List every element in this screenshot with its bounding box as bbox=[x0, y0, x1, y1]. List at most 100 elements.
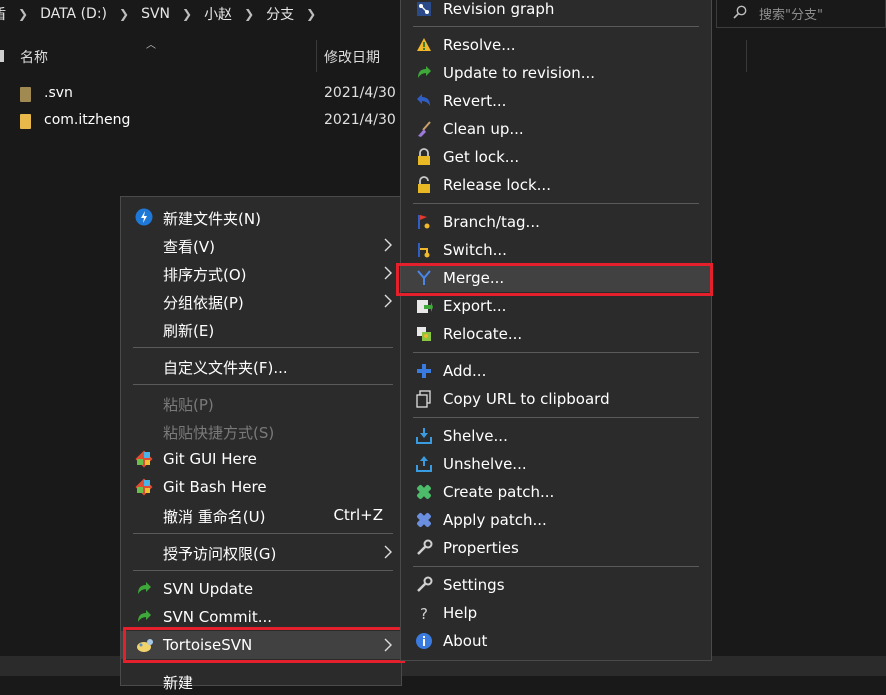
menu-item-shelve[interactable]: Shelve... bbox=[401, 422, 711, 450]
revert-icon bbox=[415, 92, 433, 110]
menu-item-new[interactable]: 新建 bbox=[121, 667, 401, 695]
menu-separator bbox=[413, 417, 699, 418]
menu-item-svn-update[interactable]: SVN Update bbox=[121, 575, 401, 603]
menu-item-label: Revert... bbox=[443, 92, 507, 110]
menu-item-paste[interactable]: 粘贴(P) bbox=[121, 389, 401, 417]
menu-item-new-folder[interactable]: 新建文件夹(N) bbox=[121, 203, 401, 231]
menu-item-git-gui[interactable]: Git GUI Here bbox=[121, 445, 401, 473]
chevron-right-icon: ❯ bbox=[119, 7, 130, 21]
chevron-right-icon bbox=[381, 236, 395, 254]
menu-item-get-lock[interactable]: Get lock... bbox=[401, 143, 711, 171]
menu-item-export[interactable]: Export... bbox=[401, 292, 711, 320]
menu-item-release-lock[interactable]: Release lock... bbox=[401, 171, 711, 199]
menu-item-resolve[interactable]: Resolve... bbox=[401, 31, 711, 59]
menu-item-label: Export... bbox=[443, 297, 507, 315]
breadcrumb-item[interactable]: 分支 bbox=[260, 4, 300, 24]
menu-separator bbox=[413, 26, 699, 27]
menu-item-help[interactable]: ? Help bbox=[401, 599, 711, 627]
menu-item-unshelve[interactable]: Unshelve... bbox=[401, 450, 711, 478]
chevron-right-icon bbox=[381, 292, 395, 310]
highlight-box-merge bbox=[396, 263, 713, 296]
menu-item-group-by[interactable]: 分组依据(P) bbox=[121, 287, 401, 315]
relocate-icon bbox=[415, 325, 433, 343]
search-input[interactable]: 搜索"分支" bbox=[716, 0, 886, 28]
menu-item-about[interactable]: About bbox=[401, 627, 711, 655]
menu-item-label: Properties bbox=[443, 539, 519, 557]
menu-item-label: 自定义文件夹(F)... bbox=[163, 359, 288, 377]
breadcrumb-item[interactable]: 盾 bbox=[0, 4, 12, 24]
breadcrumb-item[interactable]: 小赵 bbox=[198, 4, 238, 24]
chevron-right-icon: ❯ bbox=[306, 7, 317, 21]
menu-item-label: 粘贴快捷方式(S) bbox=[163, 424, 275, 442]
menu-separator bbox=[133, 570, 393, 571]
breadcrumb-item[interactable]: DATA (D:) bbox=[34, 6, 113, 22]
menu-separator bbox=[133, 384, 393, 385]
menu-item-label: Relocate... bbox=[443, 325, 523, 343]
search-icon bbox=[733, 5, 747, 23]
menu-item-clean-up[interactable]: Clean up... bbox=[401, 115, 711, 143]
menu-separator bbox=[413, 203, 699, 204]
menu-item-label: Git Bash Here bbox=[163, 478, 267, 496]
menu-item-label: 撤消 重命名(U) bbox=[163, 508, 266, 526]
file-name: com.itzheng bbox=[44, 112, 131, 128]
menu-item-update-to-revision[interactable]: Update to revision... bbox=[401, 59, 711, 87]
menu-separator bbox=[413, 352, 699, 353]
unlock-icon bbox=[415, 176, 433, 194]
menu-item-label: 新建文件夹(N) bbox=[163, 210, 261, 228]
menu-item-relocate[interactable]: Relocate... bbox=[401, 320, 711, 348]
menu-item-revision-graph[interactable]: Revision graph bbox=[401, 0, 711, 23]
column-divider[interactable] bbox=[746, 40, 747, 72]
menu-item-revert[interactable]: Revert... bbox=[401, 87, 711, 115]
sort-ascending-icon: ︿ bbox=[146, 40, 156, 51]
column-divider[interactable] bbox=[316, 40, 317, 72]
menu-item-view[interactable]: 查看(V) bbox=[121, 231, 401, 259]
menu-item-label: SVN Update bbox=[163, 580, 254, 598]
new-folder-icon bbox=[135, 208, 153, 226]
file-row[interactable]: .svn 2021/4/30 bbox=[0, 81, 400, 107]
menu-item-sort-by[interactable]: 排序方式(O) bbox=[121, 259, 401, 287]
file-row[interactable]: com.itzheng 2021/4/30 bbox=[0, 108, 400, 134]
menu-item-label: Shelve... bbox=[443, 427, 508, 445]
menu-item-label: 刷新(E) bbox=[163, 322, 215, 340]
menu-item-label: 排序方式(O) bbox=[163, 266, 247, 284]
breadcrumb-item[interactable]: SVN bbox=[135, 6, 176, 22]
chevron-right-icon: ❯ bbox=[244, 7, 255, 21]
column-header-date[interactable]: 修改日期 bbox=[324, 47, 380, 67]
chevron-right-icon: ❯ bbox=[18, 7, 29, 21]
menu-item-label: SVN Commit... bbox=[163, 608, 272, 626]
menu-item-customize-folder[interactable]: 自定义文件夹(F)... bbox=[121, 352, 401, 380]
menu-item-label: Apply patch... bbox=[443, 511, 547, 529]
menu-item-refresh[interactable]: 刷新(E) bbox=[121, 315, 401, 343]
menu-item-undo-rename[interactable]: 撤消 重命名(U) Ctrl+Z bbox=[121, 501, 401, 529]
chevron-right-icon bbox=[381, 264, 395, 282]
menu-item-paste-shortcut[interactable]: 粘贴快捷方式(S) bbox=[121, 417, 401, 445]
column-header-name[interactable]: 名称 bbox=[20, 47, 48, 67]
menu-item-label: Git GUI Here bbox=[163, 450, 257, 468]
menu-item-branch-tag[interactable]: Branch/tag... bbox=[401, 208, 711, 236]
highlight-box-tortoisesvn bbox=[123, 627, 405, 663]
svn-commit-icon bbox=[135, 608, 153, 626]
menu-item-apply-patch[interactable]: Apply patch... bbox=[401, 506, 711, 534]
menu-item-label: Release lock... bbox=[443, 176, 551, 194]
menu-item-give-access[interactable]: 授予访问权限(G) bbox=[121, 538, 401, 566]
copy-icon bbox=[415, 390, 433, 408]
menu-item-switch[interactable]: Switch... bbox=[401, 236, 711, 264]
svg-text:?: ? bbox=[420, 605, 428, 622]
menu-item-copy-url[interactable]: Copy URL to clipboard bbox=[401, 385, 711, 413]
menu-item-label: Resolve... bbox=[443, 36, 516, 54]
menu-item-label: Create patch... bbox=[443, 483, 555, 501]
menu-item-label: About bbox=[443, 632, 488, 650]
menu-item-label: Help bbox=[443, 604, 478, 622]
menu-item-label: Add... bbox=[443, 362, 487, 380]
menu-item-label: 查看(V) bbox=[163, 238, 215, 256]
menu-item-properties[interactable]: Properties bbox=[401, 534, 711, 562]
wrench-icon bbox=[415, 539, 433, 557]
menu-item-git-bash[interactable]: Git Bash Here bbox=[121, 473, 401, 501]
menu-item-label: Copy URL to clipboard bbox=[443, 390, 610, 408]
menu-item-create-patch[interactable]: Create patch... bbox=[401, 478, 711, 506]
menu-item-add[interactable]: Add... bbox=[401, 357, 711, 385]
menu-item-settings[interactable]: Settings bbox=[401, 571, 711, 599]
shortcut-label: Ctrl+Z bbox=[333, 506, 383, 524]
patch-icon bbox=[415, 511, 433, 529]
menu-item-label: Unshelve... bbox=[443, 455, 527, 473]
